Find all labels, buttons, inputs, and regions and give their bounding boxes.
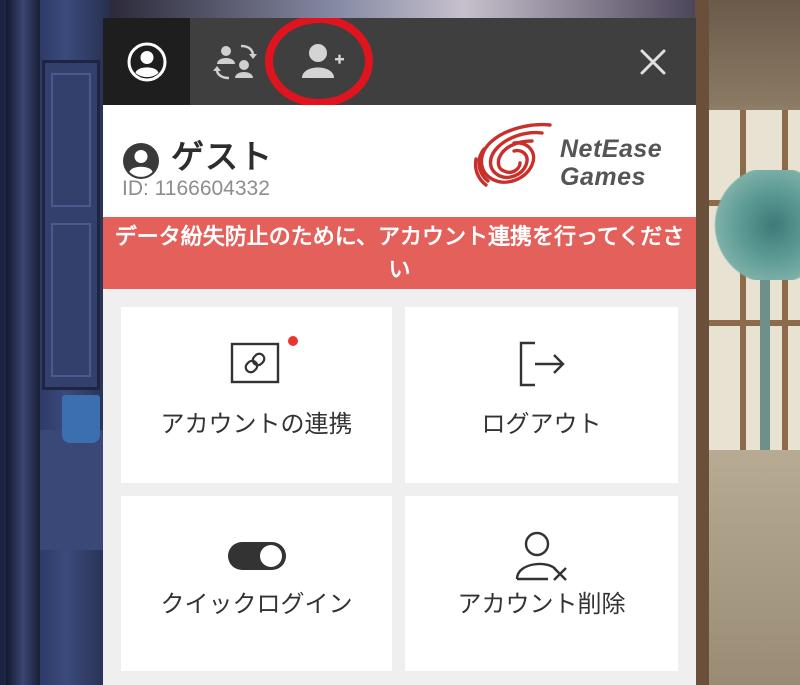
add-user-icon [301,43,344,78]
tab-switch-account[interactable] [192,18,279,105]
logout-button[interactable]: ログアウト [405,307,678,483]
notification-dot [288,336,298,346]
account-name: ゲスト [171,137,273,176]
close-icon [640,49,666,74]
logo-text-netease: NetEase [560,135,663,163]
netease-swirl-icon [473,122,552,187]
account-actions-grid: アカウントの連携 ログアウト クイックログイン アカウント削除 [103,307,696,685]
account-header: ゲスト ID: 1166604332 NetEase Games [103,105,696,217]
background-pillar [695,0,709,685]
delete-user-icon [515,531,567,581]
link-account-button[interactable]: アカウントの連携 [121,307,392,483]
tab-add-account[interactable] [279,18,366,105]
link-icon [230,342,279,384]
background-window-bar [740,110,746,450]
netease-games-logo: NetEase Games [473,117,678,197]
background-ceiling [110,0,700,20]
delete-account-button[interactable]: アカウント削除 [405,496,678,671]
data-loss-warning-banner: データ紛失防止のために、アカウント連携を行ってください [103,217,696,289]
delete-account-label: アカウント削除 [457,590,626,618]
user-circle-icon [127,42,166,81]
logout-label: ログアウト [481,410,602,438]
toggle-icon [227,542,286,570]
quick-login-label: クイックログイン [160,590,353,618]
switch-account-icon [212,44,257,79]
account-id: ID: 1166604332 [122,177,270,200]
background-shelf [40,430,106,550]
background-fan-stand [760,280,770,460]
link-account-label: アカウントの連携 [160,410,353,438]
account-panel: ゲスト ID: 1166604332 NetEase Games データ紛失防止… [103,18,696,685]
background-cup [62,395,100,443]
background-fan [712,170,800,280]
tab-profile[interactable] [103,18,190,105]
background-window-bar [700,320,800,326]
quick-login-button[interactable]: クイックログイン [121,496,392,671]
background-door [42,60,100,390]
logo-text-games: Games [560,163,646,191]
background-window-bar [782,110,788,450]
close-button[interactable] [618,18,688,105]
tab-bar [103,18,696,107]
user-circle-icon [123,143,159,179]
background-floor [695,450,800,685]
background-door-frame [6,0,40,685]
logout-icon [519,341,565,387]
